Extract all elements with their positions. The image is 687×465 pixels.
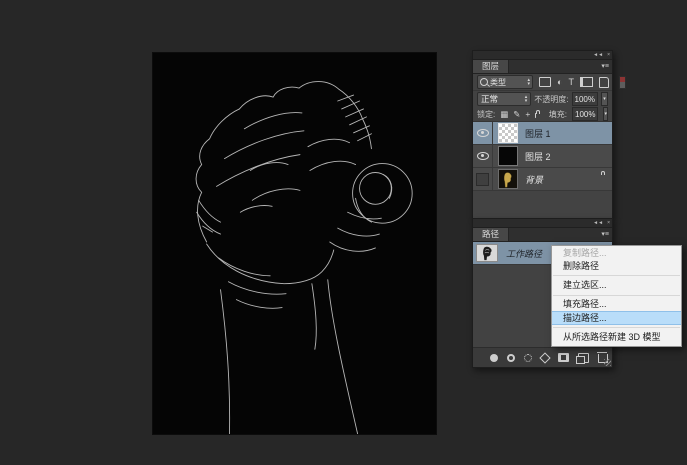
filter-toggle-icon[interactable] <box>619 76 626 89</box>
paths-panel-titlebar: ◄◄ × <box>473 219 612 228</box>
layer-row-background[interactable]: 背景 <box>473 168 612 191</box>
layers-tab-row: 图层 ▾≡ <box>473 60 612 74</box>
filter-type-label: 类型 <box>490 77 506 88</box>
menu-separator <box>553 295 680 296</box>
eye-icon <box>477 129 489 137</box>
document-canvas[interactable] <box>152 52 437 435</box>
menu-separator <box>553 275 680 276</box>
layer-name: 背景 <box>525 173 543 186</box>
layer-filter-row: 类型 ▴▾ ◐ T <box>473 74 612 91</box>
stroke-path-icon[interactable] <box>507 354 515 362</box>
layer-row-1[interactable]: 图层 1 <box>473 122 612 145</box>
filter-adjustment-layers-icon[interactable]: ◐ <box>557 77 562 87</box>
visibility-cell[interactable] <box>473 122 493 144</box>
layer-thumbnail-photo[interactable] <box>498 169 518 189</box>
close-panel-icon[interactable]: × <box>607 51 610 59</box>
resize-grip[interactable] <box>604 359 611 366</box>
layer-thumbnail-transparent[interactable] <box>498 123 518 143</box>
search-icon <box>480 78 488 86</box>
eye-icon <box>477 152 489 160</box>
layers-panel: ◄◄ × 图层 ▾≡ 类型 ▴▾ ◐ T 正常 ▴▾ 不透明度: 100% ▾ <box>472 50 613 218</box>
make-work-path-icon[interactable] <box>539 352 550 363</box>
layer-thumbnail-black[interactable] <box>498 146 518 166</box>
path-context-menu: 复制路径... 删除路径 建立选区... 填充路径... 描边路径... 从所选… <box>551 245 682 347</box>
opacity-label: 不透明度: <box>534 94 568 105</box>
lock-position-icon[interactable]: + <box>525 109 530 119</box>
chevron-updown-icon: ▴▾ <box>525 95 528 103</box>
load-path-as-selection-icon[interactable] <box>524 354 532 362</box>
filter-group-layers-icon[interactable] <box>580 77 593 87</box>
menu-item-duplicate-path: 复制路径... <box>552 247 681 260</box>
paths-tab-row: 路径 ▾≡ <box>473 228 612 242</box>
eye-hidden-box <box>476 173 489 186</box>
opacity-value[interactable]: 100% <box>572 92 598 106</box>
fill-label: 填充: <box>549 109 567 120</box>
filter-type-dropdown[interactable]: 类型 ▴▾ <box>477 75 533 89</box>
panel-menu-icon[interactable]: ▾≡ <box>601 62 609 71</box>
fill-path-icon[interactable] <box>490 354 498 362</box>
layer-list: 图层 1 图层 2 背景 <box>473 122 612 223</box>
layer-name: 图层 1 <box>525 127 551 140</box>
menu-item-make-selection[interactable]: 建立选区... <box>552 278 681 293</box>
visibility-cell[interactable] <box>473 145 493 167</box>
chevron-updown-icon: ▴▾ <box>527 78 530 86</box>
fill-dropdown-icon[interactable]: ▾ <box>603 107 608 121</box>
fist-line-art <box>153 53 436 434</box>
filter-pixel-layers-icon[interactable] <box>539 77 551 87</box>
paths-toolbar <box>473 347 612 367</box>
layer-row-2[interactable]: 图层 2 <box>473 145 612 168</box>
opacity-dropdown-icon[interactable]: ▾ <box>601 92 608 106</box>
menu-item-stroke-path[interactable]: 描边路径... <box>552 311 681 325</box>
blend-mode-dropdown[interactable]: 正常 ▴▾ <box>477 92 531 106</box>
filter-smart-object-icon[interactable] <box>599 77 609 88</box>
menu-separator <box>553 327 680 328</box>
filter-type-layers-icon[interactable]: T <box>568 77 574 87</box>
collapse-panel-icon[interactable]: ◄◄ <box>593 219 603 227</box>
panel-menu-icon[interactable]: ▾≡ <box>601 230 609 239</box>
blend-mode-value: 正常 <box>481 93 498 105</box>
layer-name: 图层 2 <box>525 150 551 163</box>
menu-item-new-3d-model[interactable]: 从所选路径新建 3D 模型 <box>552 330 681 345</box>
fill-value[interactable]: 100% <box>572 107 598 121</box>
tab-paths[interactable]: 路径 <box>473 228 509 241</box>
menu-item-delete-path[interactable]: 删除路径 <box>552 260 681 273</box>
close-panel-icon[interactable]: × <box>607 219 610 227</box>
work-path-name: 工作路径 <box>506 247 542 260</box>
tab-layers[interactable]: 图层 <box>473 60 509 73</box>
visibility-cell[interactable] <box>473 168 493 190</box>
add-mask-icon[interactable] <box>558 353 569 362</box>
menu-item-fill-path[interactable]: 填充路径... <box>552 298 681 311</box>
collapse-panel-icon[interactable]: ◄◄ <box>593 51 603 59</box>
lock-pixels-icon[interactable]: ✎ <box>513 109 520 119</box>
layers-panel-titlebar: ◄◄ × <box>473 51 612 60</box>
new-path-icon[interactable] <box>578 353 589 363</box>
path-thumbnail[interactable] <box>476 244 498 262</box>
lock-row: 锁定: ▦ ✎ + 填充: 100% ▾ <box>473 107 612 122</box>
lock-transparency-icon[interactable]: ▦ <box>500 109 508 119</box>
lock-label: 锁定: <box>477 109 495 120</box>
blend-mode-row: 正常 ▴▾ 不透明度: 100% ▾ <box>473 91 612 107</box>
